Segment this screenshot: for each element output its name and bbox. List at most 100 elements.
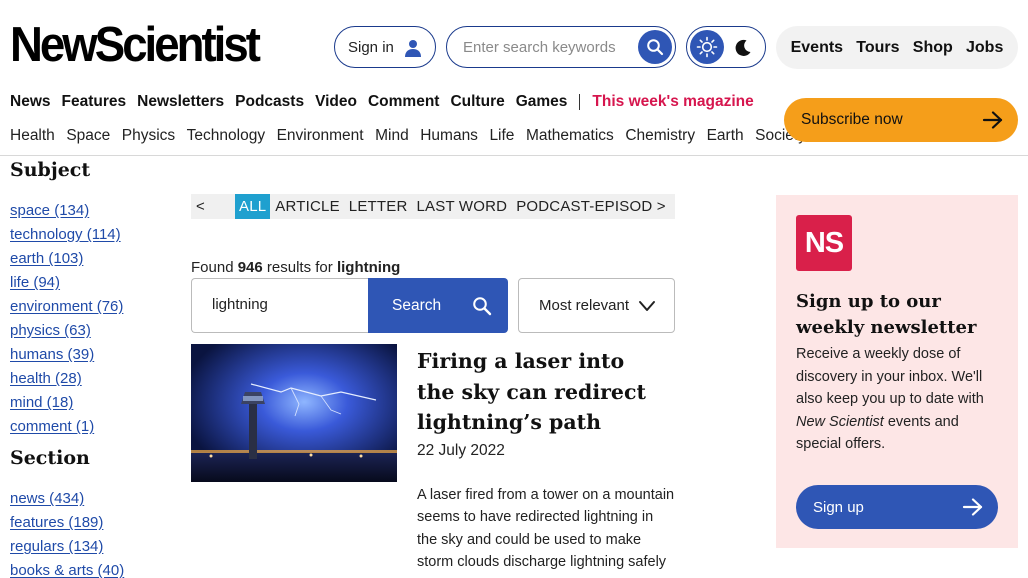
search-submit-button[interactable] bbox=[638, 30, 672, 64]
sign-up-label: Sign up bbox=[813, 498, 864, 516]
tab-letter[interactable]: LETTER bbox=[345, 194, 412, 219]
tab-all[interactable]: ALL bbox=[235, 194, 271, 219]
result-title[interactable]: Firing a laser into the sky can redirect… bbox=[417, 346, 667, 438]
tab-podcast-episode[interactable]: PODCAST-EPISOD > bbox=[512, 194, 670, 219]
search-icon bbox=[647, 39, 664, 56]
search-button[interactable]: Search bbox=[368, 278, 508, 333]
events-link[interactable]: Events bbox=[791, 39, 843, 57]
theme-toggle[interactable] bbox=[686, 26, 766, 68]
tab-last-word[interactable]: LAST WORD bbox=[413, 194, 512, 219]
list-item: physics (63) bbox=[10, 319, 123, 343]
nav-culture[interactable]: Culture bbox=[450, 93, 504, 111]
list-item: earth (103) bbox=[10, 247, 123, 271]
result-date: 22 July 2022 bbox=[417, 442, 505, 459]
facet-link[interactable]: environment (76) bbox=[10, 298, 123, 315]
moon-icon[interactable] bbox=[733, 38, 753, 58]
sign-in-button[interactable]: Sign in bbox=[334, 26, 436, 68]
facet-link[interactable]: physics (63) bbox=[10, 322, 91, 339]
list-item: life (94) bbox=[10, 271, 123, 295]
new-scientist-logo[interactable]: NewScientist bbox=[10, 20, 261, 70]
tabs-prev-button[interactable]: < bbox=[191, 198, 235, 215]
tours-link[interactable]: Tours bbox=[856, 39, 899, 57]
facet-link[interactable]: earth (103) bbox=[10, 250, 83, 267]
facet-link[interactable]: mind (18) bbox=[10, 394, 73, 411]
list-item: features (189) bbox=[10, 511, 124, 535]
list-item: news (434) bbox=[10, 487, 124, 511]
list-item: regulars (134) bbox=[10, 535, 124, 559]
topic-nav: Health Space Physics Technology Environm… bbox=[10, 126, 817, 146]
topic-earth[interactable]: Earth bbox=[707, 127, 744, 145]
topic-health[interactable]: Health bbox=[10, 127, 55, 145]
nav-this-weeks-magazine[interactable]: This week's magazine bbox=[592, 93, 753, 111]
newsletter-title: Sign up to our weekly newsletter bbox=[796, 291, 977, 338]
nav-newsletters[interactable]: Newsletters bbox=[137, 93, 224, 111]
topic-mind[interactable]: Mind bbox=[375, 127, 409, 145]
list-item: mind (18) bbox=[10, 391, 123, 415]
section-facet-list: news (434) features (189) regulars (134)… bbox=[10, 487, 124, 578]
search-icon bbox=[473, 297, 492, 316]
results-count: Found 946 results for lightning bbox=[191, 259, 400, 276]
arrow-right-icon bbox=[962, 498, 983, 516]
found-label: Found bbox=[191, 259, 234, 276]
topic-life[interactable]: Life bbox=[489, 127, 514, 145]
events-bar: Events Tours Shop Jobs bbox=[776, 26, 1018, 69]
result-thumbnail[interactable] bbox=[191, 344, 397, 482]
nav-features[interactable]: Features bbox=[62, 93, 127, 111]
result-description: A laser fired from a tower on a mountain… bbox=[417, 487, 675, 570]
arrow-right-icon bbox=[982, 111, 1003, 129]
subscribe-label: Subscribe now bbox=[801, 111, 903, 128]
shop-link[interactable]: Shop bbox=[913, 39, 953, 57]
light-mode-button[interactable] bbox=[690, 30, 724, 64]
newsletter-text: Receive a weekly dose of discovery in yo… bbox=[796, 343, 1006, 456]
subscribe-now-button[interactable]: Subscribe now bbox=[784, 98, 1018, 142]
sort-dropdown[interactable]: Most relevant bbox=[518, 278, 675, 333]
query-field bbox=[191, 278, 369, 333]
nav-comment[interactable]: Comment bbox=[368, 93, 439, 111]
nav-podcasts[interactable]: Podcasts bbox=[235, 93, 304, 111]
facet-link[interactable]: humans (39) bbox=[10, 346, 94, 363]
facet-link[interactable]: books & arts (40) bbox=[10, 562, 124, 578]
tab-article[interactable]: ARTICLE bbox=[271, 194, 343, 219]
facet-link[interactable]: life (94) bbox=[10, 274, 60, 291]
facet-link[interactable]: regulars (134) bbox=[10, 538, 103, 555]
subject-facet-list: space (134) technology (114) earth (103)… bbox=[10, 199, 123, 439]
site-search bbox=[446, 26, 676, 68]
topic-environment[interactable]: Environment bbox=[277, 127, 364, 145]
nav-divider bbox=[579, 94, 581, 110]
result-count-value: 946 bbox=[237, 259, 263, 276]
sort-value: Most relevant bbox=[539, 297, 630, 314]
topic-space[interactable]: Space bbox=[66, 127, 110, 145]
topic-technology[interactable]: Technology bbox=[187, 127, 265, 145]
topic-mathematics[interactable]: Mathematics bbox=[526, 127, 614, 145]
list-item: books & arts (40) bbox=[10, 559, 124, 578]
list-item: health (28) bbox=[10, 367, 123, 391]
nav-games[interactable]: Games bbox=[516, 93, 568, 111]
query-input[interactable] bbox=[212, 296, 352, 313]
newsletter-sign-up-button[interactable]: Sign up bbox=[796, 485, 998, 529]
search-input[interactable] bbox=[463, 37, 628, 57]
facet-link[interactable]: space (134) bbox=[10, 202, 89, 219]
facet-link[interactable]: health (28) bbox=[10, 370, 82, 387]
newsletter-text-start: Receive a weekly dose of discovery in yo… bbox=[796, 346, 984, 407]
facet-link[interactable]: technology (114) bbox=[10, 226, 121, 243]
topic-physics[interactable]: Physics bbox=[122, 127, 175, 145]
topic-humans[interactable]: Humans bbox=[420, 127, 478, 145]
subject-heading: Subject bbox=[10, 159, 91, 181]
ns-logo: NS bbox=[796, 215, 852, 271]
facet-link[interactable]: comment (1) bbox=[10, 418, 94, 435]
main-nav: News Features Newsletters Podcasts Video… bbox=[10, 92, 765, 112]
content-type-tabs: < ALL ARTICLE LETTER LAST WORD PODCAST-E… bbox=[191, 194, 675, 219]
lightning-photo bbox=[191, 344, 397, 482]
facet-link[interactable]: features (189) bbox=[10, 514, 103, 531]
header-divider bbox=[0, 155, 1028, 156]
search-button-label: Search bbox=[392, 296, 442, 314]
jobs-link[interactable]: Jobs bbox=[966, 39, 1003, 57]
list-item: environment (76) bbox=[10, 295, 123, 319]
nav-news[interactable]: News bbox=[10, 93, 51, 111]
result-query-value: lightning bbox=[336, 259, 401, 276]
facet-link[interactable]: news (434) bbox=[10, 490, 84, 507]
section-heading: Section bbox=[10, 447, 90, 469]
topic-chemistry[interactable]: Chemistry bbox=[625, 127, 695, 145]
nav-video[interactable]: Video bbox=[315, 93, 357, 111]
user-icon bbox=[405, 40, 421, 57]
